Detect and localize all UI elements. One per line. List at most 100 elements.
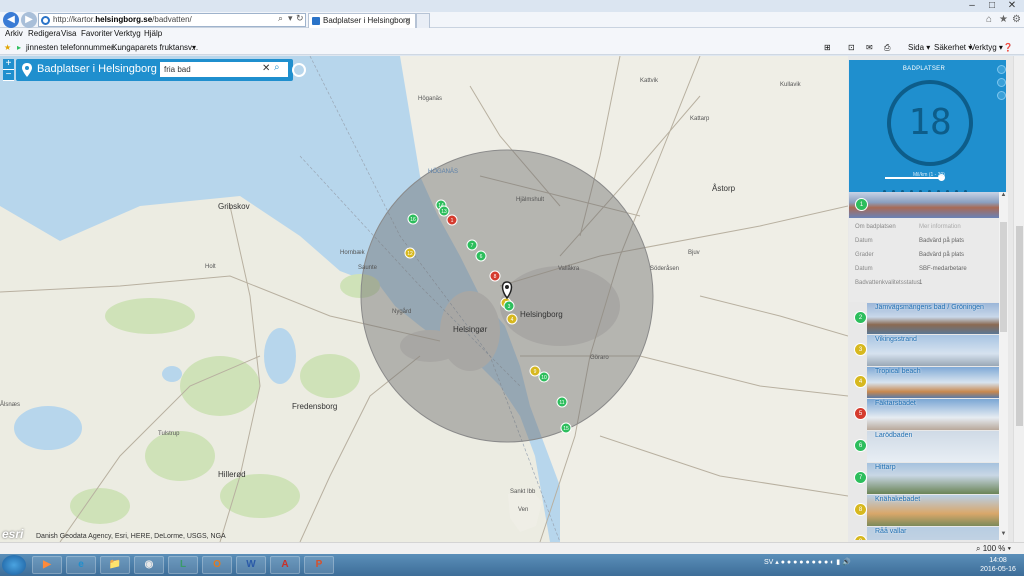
beach-list-item[interactable]: 8 Knähakebadet bbox=[849, 495, 999, 526]
map-label: Åstorp bbox=[712, 184, 736, 193]
map-label: Bjuv bbox=[688, 250, 700, 256]
selected-beach-image[interactable]: 1 bbox=[849, 192, 999, 218]
beach-marker-15[interactable]: 15 bbox=[560, 422, 572, 434]
clear-search-icon[interactable]: ✕ bbox=[262, 63, 270, 74]
start-button[interactable] bbox=[2, 555, 26, 575]
beach-list-item[interactable]: 7 Hittarp bbox=[849, 463, 999, 494]
mail-icon[interactable]: ✉ bbox=[866, 42, 873, 53]
home-icon[interactable]: ⌂ bbox=[986, 14, 992, 25]
beach-list-item[interactable]: 9 Råå vallar bbox=[849, 527, 999, 540]
maximize-button[interactable]: □ bbox=[982, 0, 1002, 12]
map-view[interactable]: 1413116712682349101115 GribskovHornbækSa… bbox=[0, 56, 848, 542]
taskbar-app-button[interactable]: W bbox=[236, 556, 266, 574]
zoom-level[interactable]: ⌕ 100 % ▾ bbox=[976, 544, 1011, 554]
menu-verktyg[interactable]: Verktyg bbox=[114, 28, 141, 40]
beach-list-item[interactable]: 5 Fäktarsbadet bbox=[849, 399, 999, 430]
taskbar-app-button[interactable]: ◉ bbox=[134, 556, 164, 574]
beach-marker-8[interactable]: 8 bbox=[489, 270, 501, 282]
taskbar-app-button[interactable]: O bbox=[202, 556, 232, 574]
beach-list-item[interactable]: 4 Tropical beach bbox=[849, 367, 999, 398]
scroll-thumb[interactable] bbox=[1000, 222, 1007, 332]
refresh-icon[interactable]: ↻ bbox=[296, 13, 304, 24]
command-verktyg[interactable]: Verktyg ▾ bbox=[970, 42, 1003, 53]
menu-arkiv[interactable]: Arkiv bbox=[5, 28, 23, 40]
clock[interactable]: 14:08 2016-05-16 bbox=[978, 556, 1018, 574]
page-scroll-thumb[interactable] bbox=[1016, 226, 1023, 426]
beach-list-item[interactable]: 6 Larödbaden bbox=[849, 431, 999, 462]
beach-number: 3 bbox=[854, 343, 867, 356]
scroll-up-icon[interactable]: ▲ bbox=[999, 192, 1008, 201]
beach-marker-3[interactable]: 3 bbox=[503, 300, 515, 312]
language-indicator[interactable]: SV bbox=[764, 559, 773, 566]
map-label: Ålsnæs bbox=[0, 402, 21, 408]
beach-list-item[interactable]: 2 Jämvägsmängens bad / Gröningen bbox=[849, 303, 999, 334]
command-sakerhet[interactable]: Säkerhet ▾ bbox=[934, 42, 972, 53]
close-tab-icon[interactable]: ✕ bbox=[404, 14, 411, 28]
panel-info-icon[interactable] bbox=[997, 91, 1006, 100]
minimize-button[interactable]: – bbox=[962, 0, 982, 12]
locate-me-icon[interactable] bbox=[292, 63, 306, 77]
favorite-link-2[interactable]: Kungaparets fruktansv... bbox=[112, 42, 198, 53]
menu-hjalp[interactable]: Hjälp bbox=[144, 28, 162, 40]
beach-marker-1[interactable]: 1 bbox=[446, 214, 458, 226]
add-favorite-icon[interactable]: ▸ bbox=[17, 42, 21, 53]
back-button[interactable]: ◀ bbox=[3, 12, 19, 28]
forward-button[interactable]: ▶ bbox=[21, 12, 37, 28]
screen: – □ ✕ ◀ ▶ http://kartor.helsingborg.se/b… bbox=[0, 0, 1024, 576]
taskbar-app-button[interactable]: P bbox=[304, 556, 334, 574]
detail-row: Grader Badvärd på plats bbox=[855, 252, 965, 258]
beach-marker-label: 9 bbox=[534, 369, 537, 375]
rss-icon[interactable]: ⊡ bbox=[848, 42, 855, 53]
help-icon[interactable]: ❓ bbox=[1003, 42, 1013, 53]
beach-count-ring: 18 bbox=[887, 80, 973, 166]
menu-redigera[interactable]: Redigera bbox=[28, 28, 60, 40]
command-sida[interactable]: Sida ▾ bbox=[908, 42, 930, 53]
scroll-down-icon[interactable]: ▼ bbox=[999, 531, 1008, 540]
taskbar-app-button[interactable]: L bbox=[168, 556, 198, 574]
beach-marker-9[interactable]: 9 bbox=[529, 365, 541, 377]
browser-tab[interactable]: Badplatser i Helsingborg ✕ bbox=[308, 13, 416, 28]
print-icon[interactable]: ⎙ bbox=[884, 42, 890, 53]
address-toolbar: ◀ ▶ http://kartor.helsingborg.se/badvatt… bbox=[0, 12, 1024, 28]
dropdown-icon[interactable]: ▾ bbox=[288, 13, 293, 24]
tray-icons[interactable]: ▴ ● ● ● ● ● ● ● ● ◐ ▮ 🔊 bbox=[775, 559, 851, 566]
beach-list-item[interactable]: 3 Vikingsstrand bbox=[849, 335, 999, 366]
taskbar-app-button[interactable]: A bbox=[270, 556, 300, 574]
taskbar-app-button[interactable]: e bbox=[66, 556, 96, 574]
menu-visa[interactable]: Visa bbox=[61, 28, 76, 40]
list-scrollbar[interactable]: ▲ ▼ bbox=[999, 192, 1008, 540]
beach-marker-13[interactable]: 13 bbox=[438, 205, 450, 217]
address-field[interactable]: http://kartor.helsingborg.se/badvatten/ bbox=[38, 13, 306, 27]
panel-close-icon[interactable] bbox=[997, 65, 1006, 74]
favorites-star-icon[interactable]: ★ bbox=[999, 14, 1008, 25]
taskbar-app-button[interactable]: ▶ bbox=[32, 556, 62, 574]
page-scrollbar[interactable] bbox=[1013, 56, 1024, 542]
close-window-button[interactable]: ✕ bbox=[1002, 0, 1022, 12]
menu-favoriter[interactable]: Favoriter bbox=[81, 28, 113, 40]
search-icon[interactable]: ⌕ bbox=[278, 13, 283, 24]
beach-marker-4[interactable]: 4 bbox=[506, 313, 518, 325]
ie-icon bbox=[41, 16, 50, 25]
more-info-link[interactable]: Mer information bbox=[919, 224, 961, 230]
beach-marker-10[interactable]: 10 bbox=[538, 371, 550, 383]
beach-marker-12[interactable]: 12 bbox=[404, 247, 416, 259]
map-label: HÖGANÄS bbox=[428, 169, 459, 175]
settings-gear-icon[interactable]: ⚙ bbox=[1012, 14, 1021, 25]
beach-marker-6[interactable]: 6 bbox=[475, 250, 487, 262]
favorite-link-1[interactable]: jinnesten telefonnummer... bbox=[26, 42, 120, 53]
favorites-more-icon[interactable]: ▾ bbox=[192, 42, 196, 53]
feeds-icon[interactable]: ⊞ bbox=[824, 42, 831, 53]
beach-list: 1 Om badplatsen Mer information Datum Ba… bbox=[849, 192, 999, 540]
zoom-out-button[interactable]: − bbox=[3, 70, 14, 81]
panel-minimize-icon[interactable] bbox=[997, 78, 1006, 87]
beach-marker-16[interactable]: 16 bbox=[407, 213, 419, 225]
taskbar-app-button[interactable]: 📁 bbox=[100, 556, 130, 574]
search-icon[interactable]: ⌕ bbox=[274, 62, 288, 77]
lake-3 bbox=[162, 366, 182, 382]
favorites-icon[interactable]: ★ bbox=[4, 42, 11, 53]
new-tab-button[interactable] bbox=[416, 13, 430, 28]
clock-date: 2016-05-16 bbox=[980, 566, 1016, 573]
beach-marker-11[interactable]: 11 bbox=[556, 396, 568, 408]
map-label: Kullavik bbox=[780, 82, 801, 88]
beach-marker-7[interactable]: 7 bbox=[466, 239, 478, 251]
